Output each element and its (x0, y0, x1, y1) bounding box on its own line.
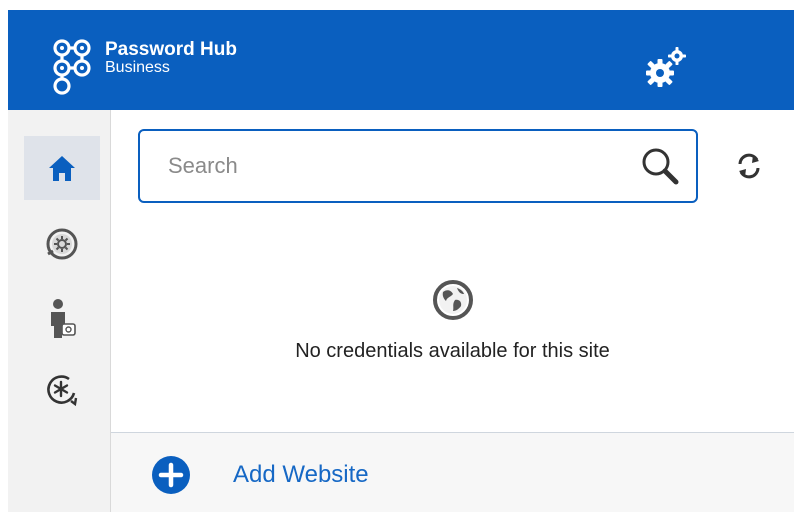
recover-asterisk-icon (47, 375, 78, 407)
search-input[interactable] (166, 152, 638, 180)
refresh-icon[interactable] (733, 150, 765, 182)
globe-icon (432, 280, 473, 320)
hub-logo-icon (53, 39, 91, 95)
password-hub-panel: Password Hub Business Search No credenti… (0, 0, 794, 512)
plus-circle-icon (152, 456, 190, 494)
empty-state: No credentials available for this site (111, 278, 794, 363)
user-badge-icon (51, 299, 76, 338)
sidebar-item-home[interactable] (24, 136, 100, 200)
home-icon (49, 156, 75, 181)
main-panel: No credentials available for this site A… (111, 110, 794, 512)
app-header: Password Hub Business (8, 10, 794, 110)
empty-state-message: No credentials available for this site (295, 340, 610, 362)
brand-line-2: Business (105, 59, 170, 76)
brand-name: Password Hub Business (105, 40, 237, 76)
brand-line-1: Password Hub (105, 39, 237, 60)
sidebar-item-security[interactable] (24, 212, 100, 276)
sidebar-item-user[interactable] (24, 288, 100, 352)
gears-icon[interactable] (643, 46, 689, 90)
search-icon[interactable] (638, 144, 682, 188)
shield-gear-icon (46, 228, 78, 260)
sidebar (8, 110, 111, 512)
search-box (138, 129, 698, 203)
add-website-button[interactable]: Add Website (111, 433, 794, 512)
sidebar-item-recovery[interactable] (24, 358, 100, 422)
add-website-label: Add Website (233, 461, 369, 488)
